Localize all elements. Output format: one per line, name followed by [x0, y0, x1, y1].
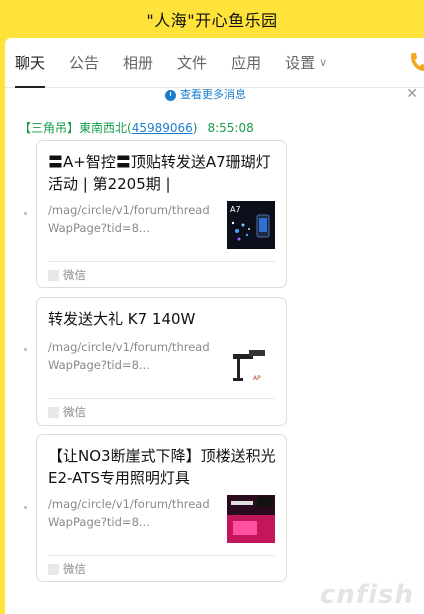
card-url: /mag/circle/v1/forum/threadWapPage?tid=8… [48, 203, 210, 235]
message-sender: 【三角吊】東南西北(45989066) 8:55:08 [19, 119, 254, 136]
card-url: /mag/circle/v1/forum/threadWapPage?tid=8… [48, 497, 210, 529]
sender-name: 【三角吊】東南西北( [19, 121, 132, 135]
sender-suffix: ) [192, 121, 198, 135]
tab-bar: 聊天 公告 相册 文件 应用 设置 ∨ [5, 38, 424, 88]
card-url: /mag/circle/v1/forum/threadWapPage?tid=8… [48, 340, 210, 372]
card-source: 微信 [48, 404, 86, 420]
card-source-label: 微信 [63, 405, 86, 419]
phone-icon[interactable] [410, 52, 424, 74]
card-title: 【让NO3断崖式下降】顶楼送积光E2-ATS专用照明灯具 [48, 447, 276, 487]
wechat-icon [48, 406, 59, 418]
link-card[interactable]: 转发送大礼 K7 140W /mag/circle/v1/forum/threa… [36, 297, 287, 426]
bullet-dot [24, 212, 27, 215]
card-thumbnail: A7 [227, 201, 275, 249]
link-card[interactable]: 〓A+智控〓顶贴转发送A7珊瑚灯活动 | 第2205期 | /mag/circl… [36, 140, 287, 288]
tab-files[interactable]: 文件 [177, 38, 207, 88]
card-source-label: 微信 [63, 268, 86, 282]
card-title: 〓A+智控〓顶贴转发送A7珊瑚灯活动 | 第2205期 | [48, 153, 271, 193]
wechat-icon [48, 269, 59, 281]
tab-chat[interactable]: 聊天 [15, 38, 46, 88]
link-card[interactable]: 【让NO3断崖式下降】顶楼送积光E2-ATS专用照明灯具 /mag/circle… [36, 434, 287, 582]
card-thumbnail: AP [227, 340, 275, 388]
message-time: 8:55:08 [207, 121, 254, 135]
card-divider [48, 261, 275, 262]
card-source: 微信 [48, 267, 86, 283]
bullet-dot [24, 506, 27, 509]
tab-settings[interactable]: 设置 ∨ [285, 38, 327, 88]
card-divider [48, 398, 275, 399]
more-messages-label: 查看更多消息 [180, 88, 246, 101]
svg-text:AP: AP [253, 375, 261, 382]
group-window: 聊天 公告 相册 文件 应用 设置 ∨ 查看更多消息 ✕ 【三角吊】東南西北(45… [5, 38, 424, 614]
thumb-label: A7 [230, 205, 241, 214]
bullet-dot [24, 348, 27, 351]
chevron-down-icon: ∨ [319, 55, 328, 69]
card-title: 转发送大礼 K7 140W [48, 310, 196, 328]
tab-album[interactable]: 相册 [123, 38, 153, 88]
tab-apps[interactable]: 应用 [231, 38, 261, 88]
watermark: cnfish [319, 580, 414, 610]
more-messages-link[interactable]: 查看更多消息 [165, 88, 246, 102]
title-bar: "人海"开心鱼乐园 [0, 0, 424, 38]
sender-uid[interactable]: 45989066 [132, 121, 193, 135]
wechat-icon [48, 563, 59, 575]
tab-settings-label: 设置 [285, 53, 316, 72]
clock-icon [165, 89, 176, 101]
tab-announcements[interactable]: 公告 [69, 38, 99, 88]
window-title: "人海"开心鱼乐园 [146, 11, 278, 30]
chat-area: 查看更多消息 ✕ 【三角吊】東南西北(45989066) 8:55:08 〓A+智… [5, 88, 424, 614]
close-icon[interactable]: ✕ [406, 88, 418, 102]
app-frame: "人海"开心鱼乐园 聊天 公告 相册 文件 应用 设置 ∨ 查看更多消息 ✕ 【三… [0, 0, 424, 614]
card-source-label: 微信 [63, 562, 86, 576]
card-source: 微信 [48, 561, 86, 577]
card-divider [48, 555, 275, 556]
card-thumbnail [227, 495, 275, 543]
